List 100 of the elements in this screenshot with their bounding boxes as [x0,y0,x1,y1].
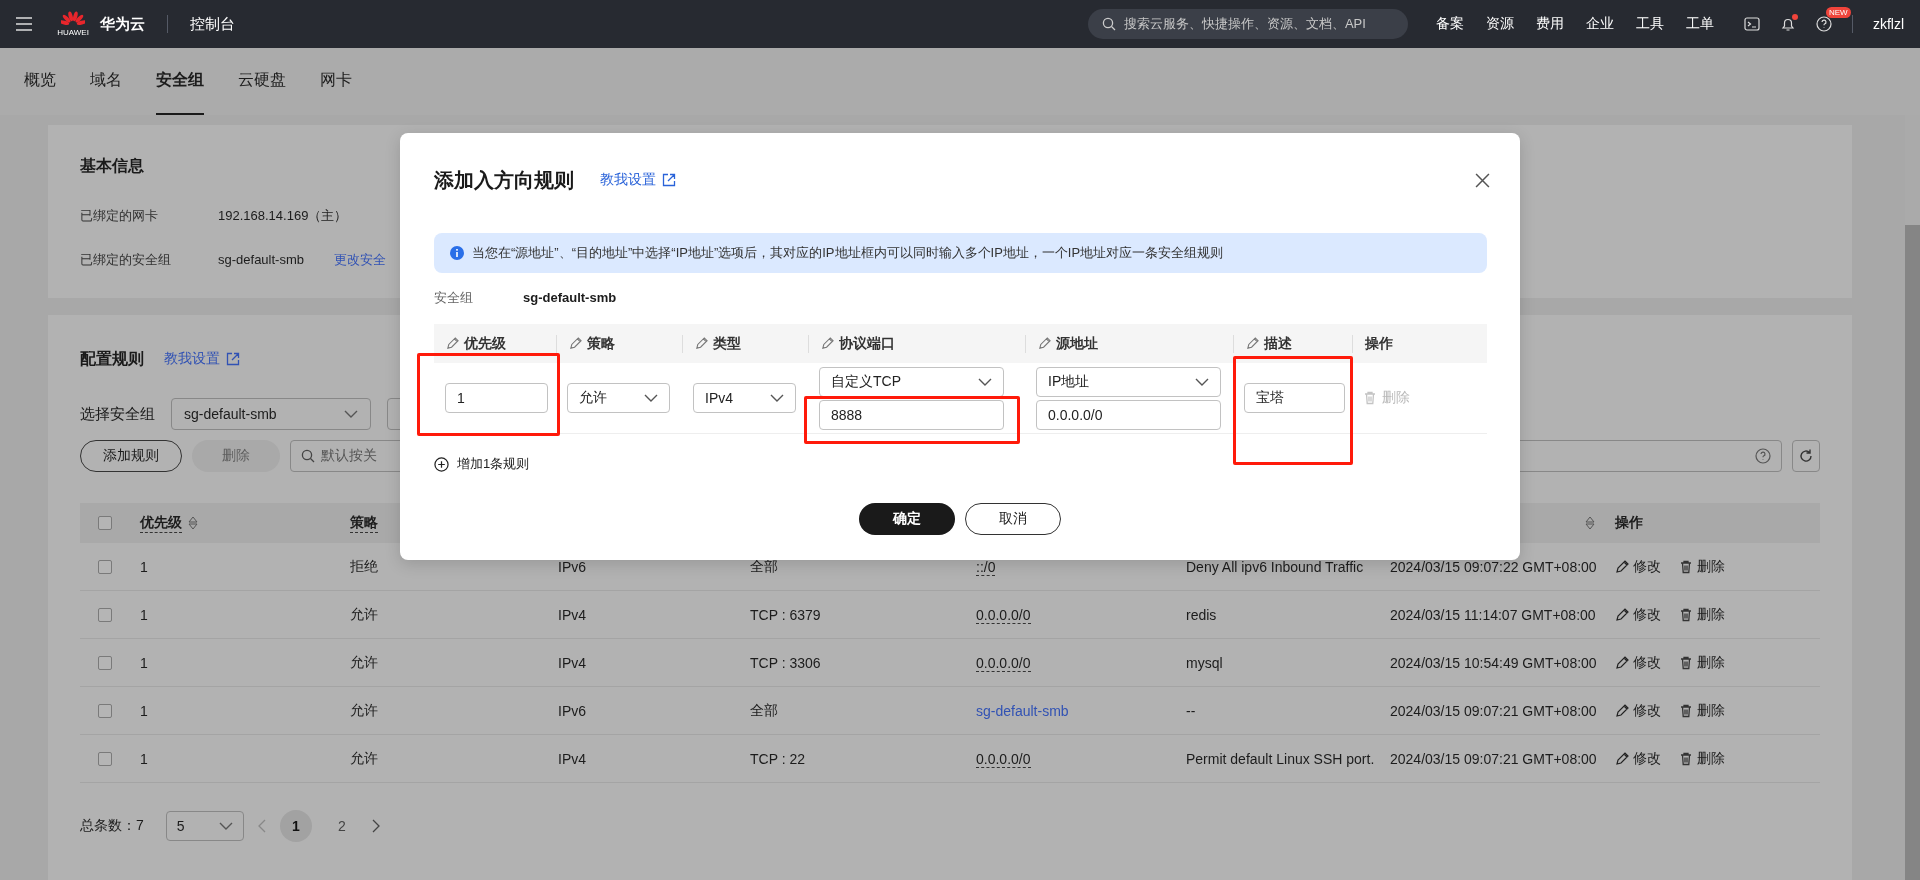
info-value: 192.168.14.169（主） [218,208,349,224]
column-header: 操作 [1365,334,1393,353]
nav-link[interactable]: 企业 [1585,15,1614,33]
page-button[interactable]: 1 [279,810,312,842]
row-checkbox[interactable] [98,655,112,670]
edit-link[interactable]: 修改 [1615,701,1661,720]
trash-icon [1679,655,1693,670]
trash-icon [1363,391,1377,405]
column-header[interactable]: 策略 [350,513,378,533]
page-size-select[interactable]: 5 [165,811,244,841]
edit-link[interactable]: 修改 [1615,605,1661,624]
source-input[interactable]: 0.0.0.0/0 [1036,399,1221,430]
menu-icon[interactable] [16,17,32,31]
external-link-icon [226,352,240,366]
next-page-icon[interactable] [371,819,380,833]
column-header: 优先级 [464,334,506,353]
description-input[interactable]: 宝塔 [1244,383,1345,413]
table-cell-text: 允许 [349,653,379,672]
brand-name[interactable]: 华为云 [100,14,145,34]
table-cell-text: 2024/03/15 11:14:07 GMT+08:00 [1389,606,1597,623]
table-cell-text: 2024/03/15 09:07:22 GMT+08:00 [1389,558,1598,575]
tab[interactable]: 网卡 [320,48,352,115]
close-icon[interactable] [1475,172,1490,188]
tab[interactable]: 安全组 [156,48,204,115]
column-header: 策略 [587,334,615,353]
user-name[interactable]: zkflzl [1872,16,1904,32]
group-select[interactable]: sg-default-smb [171,398,371,430]
row-checkbox[interactable] [98,703,112,718]
refresh-icon [1798,448,1814,464]
table-cell-text: 1 [139,558,149,575]
nav-link[interactable]: 工单 [1685,15,1714,33]
search-icon [301,449,315,463]
row-checkbox[interactable] [98,607,112,622]
table-cell-text: TCP : 3306 [749,654,822,671]
table-cell-text: IPv6 [557,558,587,575]
nav-link[interactable]: 费用 [1535,15,1564,33]
table-cell-text: IPv6 [557,702,587,719]
tab[interactable]: 概览 [24,48,56,115]
edit-link[interactable]: 修改 [1615,749,1661,768]
column-header: 类型 [713,334,741,353]
type-select[interactable]: IPv4 [693,383,796,413]
terminal-icon[interactable] [1743,16,1760,32]
priority-input[interactable]: 1 [445,383,548,413]
delete-link[interactable]: 删除 [1679,653,1725,672]
port-input[interactable]: 8888 [819,399,1004,430]
search-field[interactable]: 搜索云服务、快捷操作、资源、文档、API [1087,9,1408,39]
column-header[interactable]: 优先级 [140,513,182,533]
delete-link[interactable]: 删除 [1679,701,1725,720]
column-header: 操作 [1615,514,1643,532]
trash-icon [1679,607,1693,622]
pencil-icon [1615,703,1629,718]
chevron-down-icon [344,410,358,418]
info-icon [450,246,464,260]
page-button[interactable]: 2 [325,810,358,842]
delete-link[interactable]: 删除 [1679,557,1725,576]
chevron-down-icon [218,822,233,830]
table-cell: 0.0.0.0/0 [976,606,1031,624]
sort-icon[interactable] [1585,516,1595,530]
select-label: 选择安全组 [80,404,155,424]
nav-link[interactable]: 资源 [1485,15,1514,33]
bell-icon[interactable] [1779,16,1796,32]
select-all-checkbox[interactable] [98,516,112,530]
protocol-select[interactable]: 自定义TCP [819,366,1004,397]
help-link[interactable]: 教我设置 [600,171,676,189]
nav-link[interactable]: 工具 [1635,15,1664,33]
refresh-button[interactable] [1792,440,1820,472]
group-label: 安全组 [434,290,473,306]
table-cell-text: 全部 [749,557,779,576]
nav-link[interactable]: 备案 [1435,15,1464,33]
sort-icon[interactable] [188,516,198,530]
source-type-select[interactable]: IP地址 [1036,366,1221,397]
tab[interactable]: 域名 [90,48,122,115]
table-cell-text: 2024/03/15 09:07:21 GMT+08:00 [1389,702,1598,719]
table-cell-text: 拒绝 [349,557,379,576]
policy-select[interactable]: 允许 [567,383,670,413]
delete-link[interactable]: 删除 [1679,749,1725,768]
cancel-button[interactable]: 取消 [965,503,1061,535]
row-checkbox[interactable] [98,559,112,574]
delete-link[interactable]: 删除 [1679,605,1725,624]
table-cell-text: 2024/03/15 09:07:21 GMT+08:00 [1389,750,1598,767]
table-cell-text: 允许 [349,701,379,720]
table-cell-text: 2024/03/15 10:54:49 GMT+08:00 [1389,654,1598,671]
edit-link[interactable]: 修改 [1615,557,1661,576]
table-cell-text: redis [1185,606,1218,623]
group-name: sg-default-smb [523,290,617,306]
trash-icon [1679,559,1693,574]
table-cell-text: 1 [139,654,149,671]
console-link[interactable]: 控制台 [190,14,235,34]
scrollbar-thumb[interactable] [1905,225,1920,880]
plus-circle-icon[interactable] [434,456,449,472]
table-cell-text: TCP : 22 [749,750,806,767]
previous-page-icon[interactable] [257,819,266,833]
column-header: 描述 [1264,334,1292,353]
table-cell-text: Permit default Linux SSH port. [1185,750,1376,767]
row-checkbox[interactable] [98,751,112,766]
edit-link[interactable]: 修改 [1615,653,1661,672]
petal-logo-icon [61,11,85,27]
tab[interactable]: 云硬盘 [238,48,286,115]
confirm-button[interactable]: 确定 [859,503,955,535]
add-rule-link[interactable]: 增加1条规则 [457,455,530,473]
